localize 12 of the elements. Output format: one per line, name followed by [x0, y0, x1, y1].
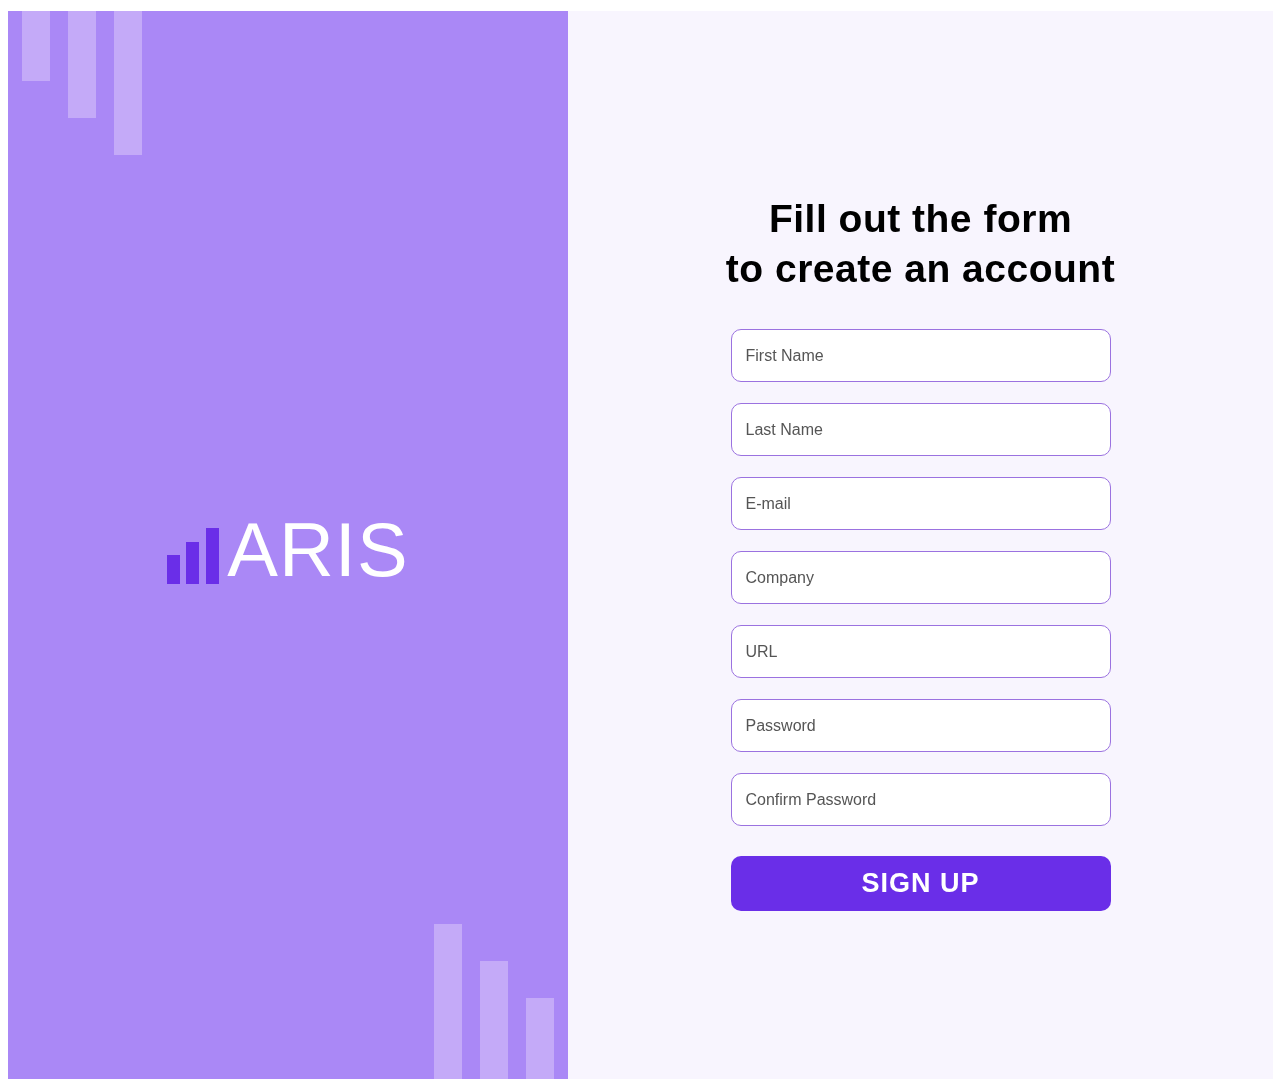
form-heading: Fill out the form to create an account — [725, 196, 1116, 292]
input-field[interactable]: Confirm Password — [730, 773, 1111, 826]
decorative-bar — [22, 11, 50, 81]
input-field[interactable]: Company — [730, 551, 1111, 604]
input-field[interactable]: Last Name — [730, 403, 1111, 456]
input-field[interactable]: Password — [730, 699, 1111, 752]
input-field[interactable]: E-mail — [730, 477, 1111, 530]
sign-up-button[interactable]: SIGN UP — [730, 856, 1111, 911]
input-field[interactable]: First Name — [730, 329, 1111, 382]
input-field[interactable]: URL — [730, 625, 1111, 678]
bar-chart-icon — [167, 528, 220, 584]
logo-text: ARIS — [227, 512, 409, 588]
